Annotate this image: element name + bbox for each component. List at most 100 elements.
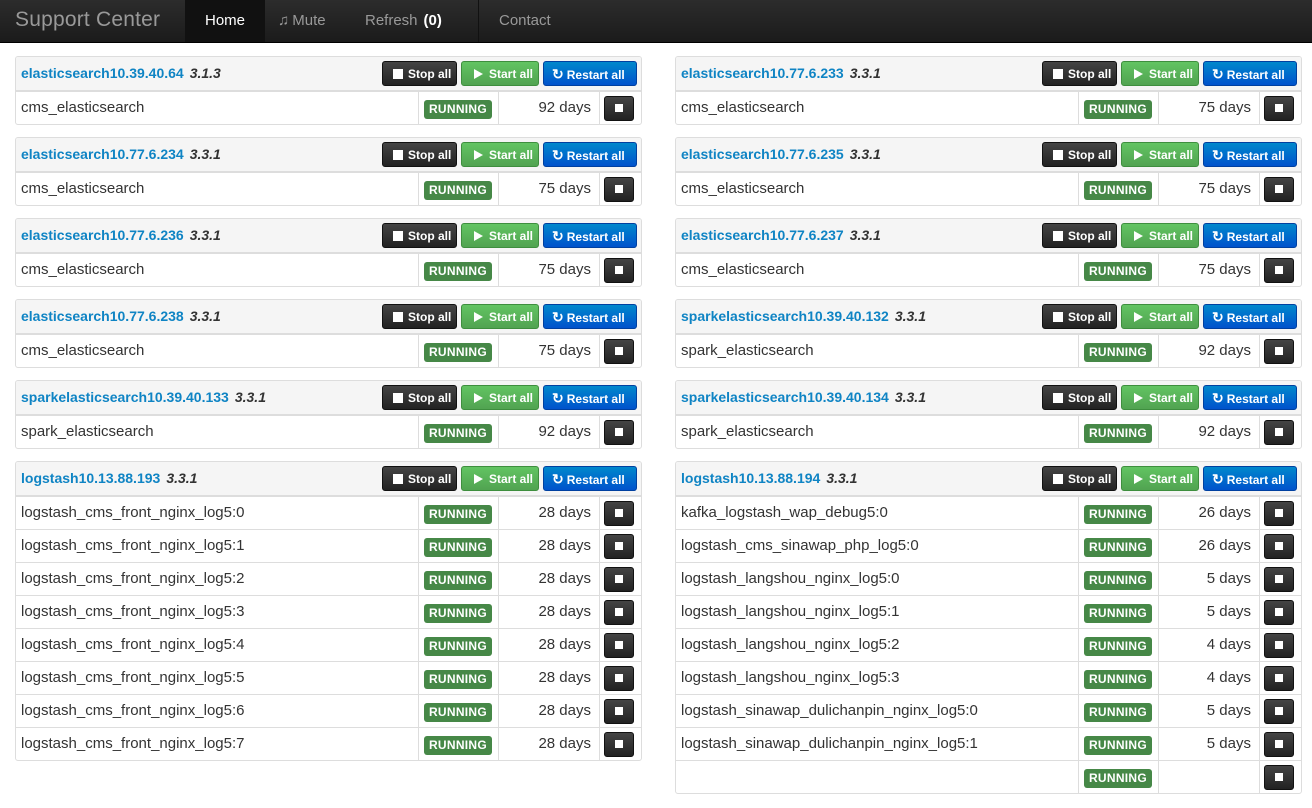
stop-process-button[interactable] <box>1264 96 1294 121</box>
uptime: 26 days <box>1198 504 1251 521</box>
start-all-button[interactable]: Start all <box>1121 466 1199 491</box>
stop-icon <box>1275 509 1283 517</box>
stop-process-button[interactable] <box>604 420 634 445</box>
host-link[interactable]: sparkelasticsearch10.39.40.132 <box>681 308 889 324</box>
stop-all-button[interactable]: Stop all <box>1042 142 1117 167</box>
refresh-icon: ↻ <box>552 390 564 406</box>
cell-divider <box>418 335 419 367</box>
stop-process-button[interactable] <box>1264 258 1294 283</box>
host-link[interactable]: elasticsearch10.77.6.238 <box>21 308 184 324</box>
host-link[interactable]: logstash10.13.88.193 <box>21 470 160 486</box>
stop-process-button[interactable] <box>604 258 634 283</box>
stop-all-button[interactable]: Stop all <box>382 223 457 248</box>
stop-process-button[interactable] <box>604 732 634 757</box>
stop-process-button[interactable] <box>1264 177 1294 202</box>
stop-process-button[interactable] <box>1264 501 1294 526</box>
stop-process-button[interactable] <box>604 177 634 202</box>
restart-all-button[interactable]: ↻ Restart all <box>1203 142 1297 167</box>
stop-process-button[interactable] <box>1264 765 1294 790</box>
restart-all-button[interactable]: ↻ Restart all <box>1203 466 1297 491</box>
stop-process-button[interactable] <box>1264 732 1294 757</box>
host-link[interactable]: elasticsearch10.77.6.237 <box>681 227 844 243</box>
start-all-label: Start all <box>489 148 534 162</box>
start-all-button[interactable]: Start all <box>461 61 539 86</box>
stop-process-button[interactable] <box>604 633 634 658</box>
restart-all-button[interactable]: ↻ Restart all <box>1203 61 1297 86</box>
uptime: 5 days <box>1206 735 1251 752</box>
host-link[interactable]: elasticsearch10.39.40.64 <box>21 65 184 81</box>
host-panel: logstash10.13.88.193 3.3.1 Stop all Start a… <box>15 461 642 761</box>
stop-all-button[interactable]: Stop all <box>1042 223 1117 248</box>
stop-all-button[interactable]: Stop all <box>1042 385 1117 410</box>
host-link[interactable]: sparkelasticsearch10.39.40.134 <box>681 389 889 405</box>
restart-all-button[interactable]: ↻ Restart all <box>543 304 637 329</box>
cell-divider <box>498 416 499 448</box>
stop-process-button[interactable] <box>604 501 634 526</box>
host-link[interactable]: logstash10.13.88.194 <box>681 470 820 486</box>
stop-all-button[interactable]: Stop all <box>1042 466 1117 491</box>
process-name: spark_elasticsearch <box>21 423 154 440</box>
restart-all-button[interactable]: ↻ Restart all <box>1203 304 1297 329</box>
restart-all-button[interactable]: ↻ Restart all <box>543 142 637 167</box>
stop-process-button[interactable] <box>1264 666 1294 691</box>
stop-all-button[interactable]: Stop all <box>382 466 457 491</box>
stop-process-button[interactable] <box>604 534 634 559</box>
stop-all-button[interactable]: Stop all <box>1042 304 1117 329</box>
start-all-button[interactable]: Start all <box>461 466 539 491</box>
restart-all-button[interactable]: ↻ Restart all <box>543 466 637 491</box>
stop-all-button[interactable]: Stop all <box>382 142 457 167</box>
status-badge: RUNNING <box>1084 736 1152 755</box>
host-link[interactable]: sparkelasticsearch10.39.40.133 <box>21 389 229 405</box>
stop-all-button[interactable]: Stop all <box>382 385 457 410</box>
process-row: spark_elasticsearch RUNNING 92 days <box>16 415 641 448</box>
start-all-button[interactable]: Start all <box>1121 142 1199 167</box>
nav-home[interactable]: Home <box>185 0 266 42</box>
status-badge: RUNNING <box>1084 100 1152 119</box>
restart-all-button[interactable]: ↻ Restart all <box>543 385 637 410</box>
start-all-button[interactable]: Start all <box>461 304 539 329</box>
restart-all-button[interactable]: ↻ Restart all <box>543 61 637 86</box>
stop-process-button[interactable] <box>604 666 634 691</box>
stop-process-button[interactable] <box>604 600 634 625</box>
cell-divider <box>1259 728 1260 760</box>
stop-process-button[interactable] <box>604 96 634 121</box>
status-badge: RUNNING <box>1084 637 1152 656</box>
stop-process-button[interactable] <box>1264 699 1294 724</box>
restart-all-button[interactable]: ↻ Restart all <box>1203 223 1297 248</box>
stop-all-button[interactable]: Stop all <box>1042 61 1117 86</box>
cell-divider <box>1158 662 1159 694</box>
stop-icon <box>1275 266 1283 274</box>
start-all-button[interactable]: Start all <box>461 223 539 248</box>
stop-process-button[interactable] <box>1264 567 1294 592</box>
host-link[interactable]: elasticsearch10.77.6.234 <box>21 146 184 162</box>
nav-contact[interactable]: Contact <box>478 0 571 42</box>
host-link[interactable]: elasticsearch10.77.6.233 <box>681 65 844 81</box>
stop-process-button[interactable] <box>1264 633 1294 658</box>
start-all-button[interactable]: Start all <box>1121 385 1199 410</box>
brand[interactable]: Support Center <box>15 8 160 32</box>
restart-all-button[interactable]: ↻ Restart all <box>543 223 637 248</box>
stop-all-button[interactable]: Stop all <box>382 61 457 86</box>
start-all-button[interactable]: Start all <box>461 142 539 167</box>
nav-mute[interactable]: ♫ Mute <box>258 0 346 42</box>
stop-process-button[interactable] <box>1264 600 1294 625</box>
host-link[interactable]: elasticsearch10.77.6.236 <box>21 227 184 243</box>
start-all-button[interactable]: Start all <box>1121 304 1199 329</box>
stop-process-button[interactable] <box>604 567 634 592</box>
stop-process-button[interactable] <box>1264 420 1294 445</box>
stop-all-button[interactable]: Stop all <box>382 304 457 329</box>
start-all-button[interactable]: Start all <box>1121 61 1199 86</box>
stop-process-button[interactable] <box>1264 534 1294 559</box>
nav-refresh[interactable]: Refresh (0) <box>345 0 462 42</box>
restart-all-button[interactable]: ↻ Restart all <box>1203 385 1297 410</box>
stop-process-button[interactable] <box>604 699 634 724</box>
cell-divider <box>1078 695 1079 727</box>
host-link[interactable]: elasticsearch10.77.6.235 <box>681 146 844 162</box>
start-all-label: Start all <box>1149 229 1194 243</box>
start-all-button[interactable]: Start all <box>461 385 539 410</box>
stop-process-button[interactable] <box>1264 339 1294 364</box>
stop-process-button[interactable] <box>604 339 634 364</box>
cell-divider <box>1158 761 1159 793</box>
start-all-button[interactable]: Start all <box>1121 223 1199 248</box>
stop-icon <box>393 393 403 403</box>
